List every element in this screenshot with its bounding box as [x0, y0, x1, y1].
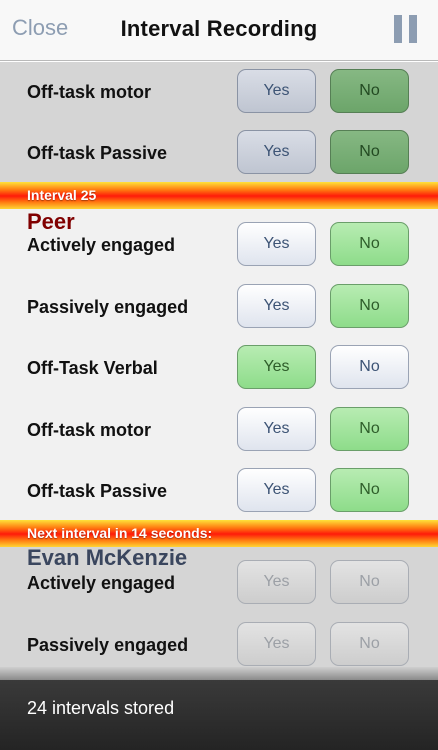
- yes-button[interactable]: Yes: [237, 69, 316, 113]
- no-button[interactable]: No: [330, 130, 409, 174]
- behavior-row: Actively engaged Yes No: [0, 560, 438, 608]
- behavior-label: Off-Task Verbal: [27, 358, 158, 378]
- behavior-row: Actively engaged Yes No: [0, 222, 438, 270]
- no-button[interactable]: No: [330, 69, 409, 113]
- no-button[interactable]: No: [330, 284, 409, 328]
- interval-banner: Interval 25: [0, 182, 438, 210]
- navigation-bar: Close Interval Recording: [0, 0, 438, 61]
- intervals-stored-text: 24 intervals stored: [27, 698, 175, 718]
- behavior-label: Off-task motor: [27, 420, 152, 440]
- behavior-row: Off-task Passive Yes No: [0, 130, 438, 178]
- behavior-label: Off-task Passive: [27, 481, 168, 501]
- next-interval-banner: Next interval in 14 seconds:: [0, 520, 438, 548]
- behavior-row: Passively engaged Yes No: [0, 622, 438, 670]
- behavior-row: Off-task Passive Yes No: [0, 468, 438, 516]
- yes-button[interactable]: Yes: [237, 345, 316, 389]
- behavior-label: Actively engaged: [27, 573, 176, 593]
- status-bar: 24 intervals stored: [0, 680, 438, 750]
- yes-button: Yes: [237, 622, 316, 666]
- countdown-label: Next interval in 14 seconds:: [27, 525, 213, 541]
- no-button[interactable]: No: [330, 345, 409, 389]
- behavior-row: Off-task motor Yes No: [0, 69, 438, 117]
- yes-button[interactable]: Yes: [237, 130, 316, 174]
- divider: [0, 667, 438, 680]
- current-interval-section: Peer Actively engaged Yes No Passively e…: [0, 209, 438, 520]
- yes-button[interactable]: Yes: [237, 407, 316, 451]
- no-button[interactable]: No: [330, 468, 409, 512]
- previous-interval-section: Off-task motor Yes No Off-task Passive Y…: [0, 62, 438, 183]
- no-button[interactable]: No: [330, 407, 409, 451]
- no-button: No: [330, 560, 409, 604]
- pause-icon[interactable]: [394, 15, 418, 43]
- next-interval-section: Evan McKenzie Actively engaged Yes No Pa…: [0, 545, 438, 670]
- behavior-label: Passively engaged: [27, 635, 189, 655]
- page-title: Interval Recording: [120, 16, 318, 41]
- behavior-row: Passively engaged Yes No: [0, 284, 438, 332]
- no-button: No: [330, 622, 409, 666]
- behavior-row: Off-task motor Yes No: [0, 407, 438, 455]
- yes-button[interactable]: Yes: [237, 222, 316, 266]
- behavior-row: Off-Task Verbal Yes No: [0, 345, 438, 393]
- behavior-label: Passively engaged: [27, 297, 189, 317]
- interval-label: Interval 25: [27, 187, 97, 203]
- yes-button[interactable]: Yes: [237, 284, 316, 328]
- yes-button[interactable]: Yes: [237, 468, 316, 512]
- no-button[interactable]: No: [330, 222, 409, 266]
- yes-button: Yes: [237, 560, 316, 604]
- behavior-label: Off-task Passive: [27, 143, 168, 163]
- behavior-label: Off-task motor: [27, 82, 152, 102]
- behavior-label: Actively engaged: [27, 235, 176, 255]
